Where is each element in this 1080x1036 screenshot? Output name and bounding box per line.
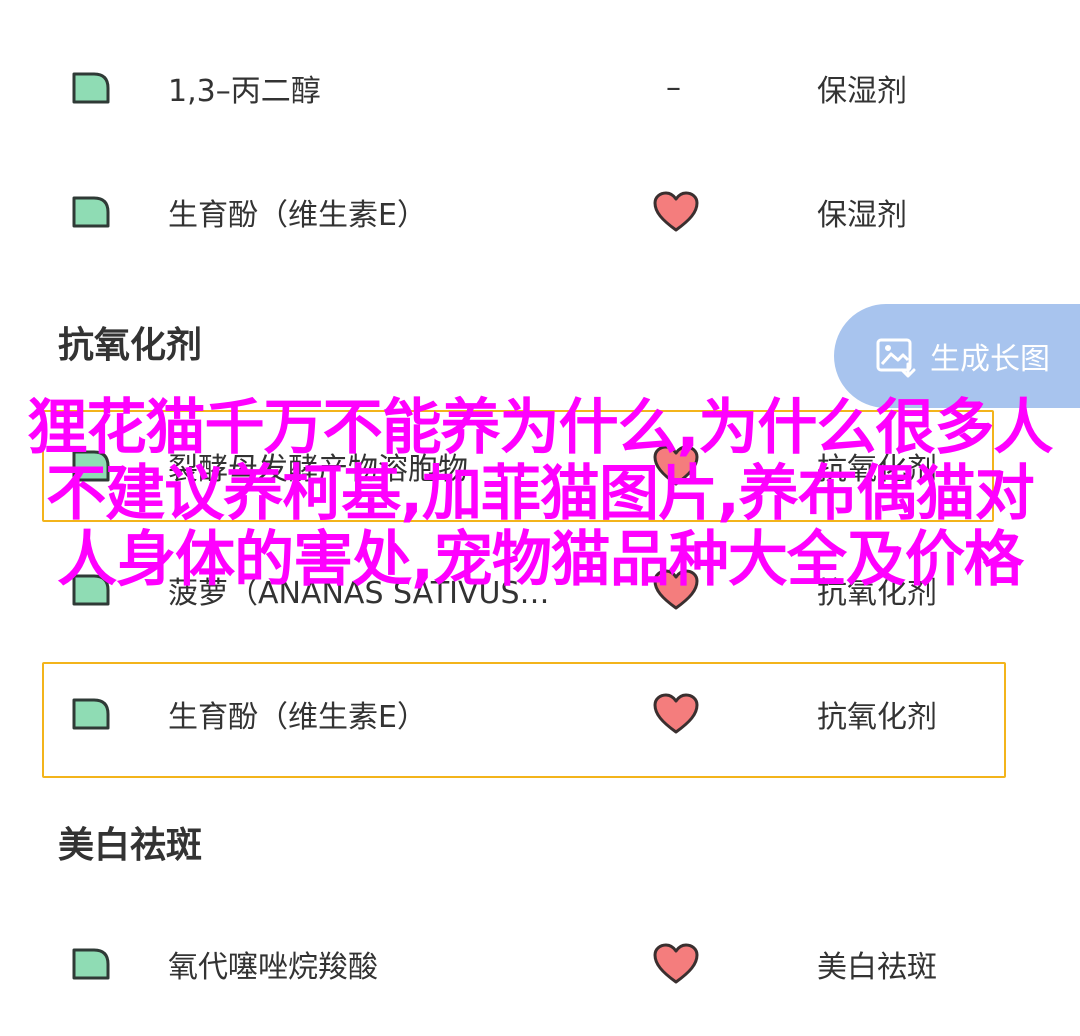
leaf-icon [70, 70, 112, 106]
leaf-icon [70, 194, 112, 230]
section-title-antioxidant: 抗氧化剂 [58, 325, 203, 366]
heart-icon [652, 190, 700, 234]
generate-long-image-label: 生成长图 [930, 342, 1050, 377]
ingredient-function: 保湿剂 [817, 198, 907, 233]
no-mark: – [666, 70, 681, 106]
image-icon [874, 334, 918, 378]
ingredient-name: 1,3–丙二醇 [168, 74, 321, 109]
ingredient-name: 氧代噻唑烷羧酸 [168, 950, 378, 985]
ingredient-row[interactable]: 生育酚（维生素E） 保湿剂 [0, 162, 1080, 262]
section-title-whitening: 美白祛斑 [58, 825, 203, 866]
ingredient-row[interactable]: 1,3–丙二醇 – 保湿剂 [0, 38, 1080, 138]
overlay-caption: 狸花猫千万不能养为什么,为什么很多人不建议养柯基,加菲猫图片,养布偶猫对人身体的… [27, 393, 1054, 595]
ingredient-name: 生育酚（维生素E） [168, 198, 427, 233]
leaf-icon [70, 946, 112, 982]
ingredient-function: 抗氧化剂 [817, 700, 937, 735]
ingredient-row[interactable]: 生育酚（维生素E） 抗氧化剂 [0, 664, 1080, 764]
ingredient-name: 生育酚（维生素E） [168, 700, 427, 735]
leaf-icon [70, 696, 112, 732]
heart-icon [652, 692, 700, 736]
ingredient-function: 保湿剂 [817, 74, 907, 109]
heart-icon [652, 942, 700, 986]
ingredient-function: 美白祛斑 [817, 950, 937, 985]
ingredient-row[interactable]: 氧代噻唑烷羧酸 美白祛斑 [0, 914, 1080, 1014]
